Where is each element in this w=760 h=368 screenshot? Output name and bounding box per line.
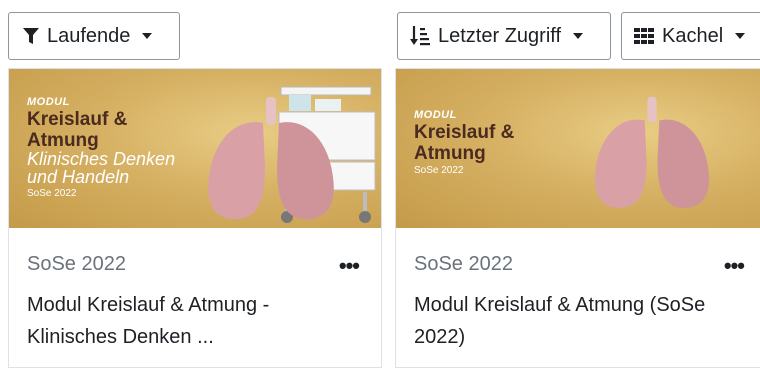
banner-title-line2: Atmung [27, 130, 99, 151]
banner-title-line2: Atmung [414, 143, 486, 164]
banner-title-line1: Kreislauf & [414, 122, 515, 143]
filter-dropdown-button[interactable]: Laufende [8, 12, 180, 60]
course-category: SoSe 2022 [414, 253, 513, 275]
banner-subtitle-line2: und Handeln [27, 167, 130, 187]
course-banner-image[interactable]: MODUL Kreislauf & Atmung SoSe 2022 [396, 69, 760, 228]
chevron-down-icon [142, 33, 153, 39]
banner-title-line1: Kreislauf & [27, 109, 128, 130]
banner-modul: MODUL [27, 96, 70, 108]
filter-icon [23, 27, 39, 45]
course-title-link[interactable]: Modul Kreislauf & Atmung - Klinisches De… [27, 289, 347, 353]
banner-modul: MODUL [414, 109, 457, 121]
view-dropdown-button[interactable]: Kachel [621, 12, 760, 60]
course-title-link[interactable]: Modul Kreislauf & Atmung (SoSe 2022) [414, 289, 734, 353]
sort-label: Letzter Zugriff [438, 24, 562, 47]
course-category: SoSe 2022 [27, 253, 126, 275]
course-card[interactable]: MODUL Kreislauf & Atmung Klinisches Denk… [8, 68, 382, 368]
banner-text: MODUL Kreislauf & Atmung SoSe 2022 [414, 109, 514, 176]
course-banner-image[interactable]: MODUL Kreislauf & Atmung Klinisches Denk… [9, 69, 381, 228]
course-card[interactable]: MODUL Kreislauf & Atmung SoSe 2022 SoSe … [395, 68, 760, 368]
lungs-illustration [594, 96, 710, 208]
sort-dropdown-button[interactable]: Letzter Zugriff [397, 12, 611, 60]
more-horizontal-icon[interactable]: ••• [724, 253, 745, 279]
banner-text: MODUL Kreislauf & Atmung Klinisches Denk… [27, 96, 175, 199]
banner-subtitle-line1: Klinisches Denken [27, 149, 176, 169]
filter-label: Laufende [47, 24, 131, 47]
more-horizontal-icon[interactable]: ••• [339, 253, 360, 279]
lungs-illustration [208, 97, 334, 220]
sort-amount-icon [410, 25, 430, 47]
chevron-down-icon [573, 33, 584, 39]
banner-term: SoSe 2022 [414, 165, 464, 176]
view-label: Kachel [662, 24, 724, 47]
chevron-down-icon [735, 33, 746, 39]
banner-term: SoSe 2022 [27, 188, 77, 199]
grid-icon [634, 28, 654, 44]
